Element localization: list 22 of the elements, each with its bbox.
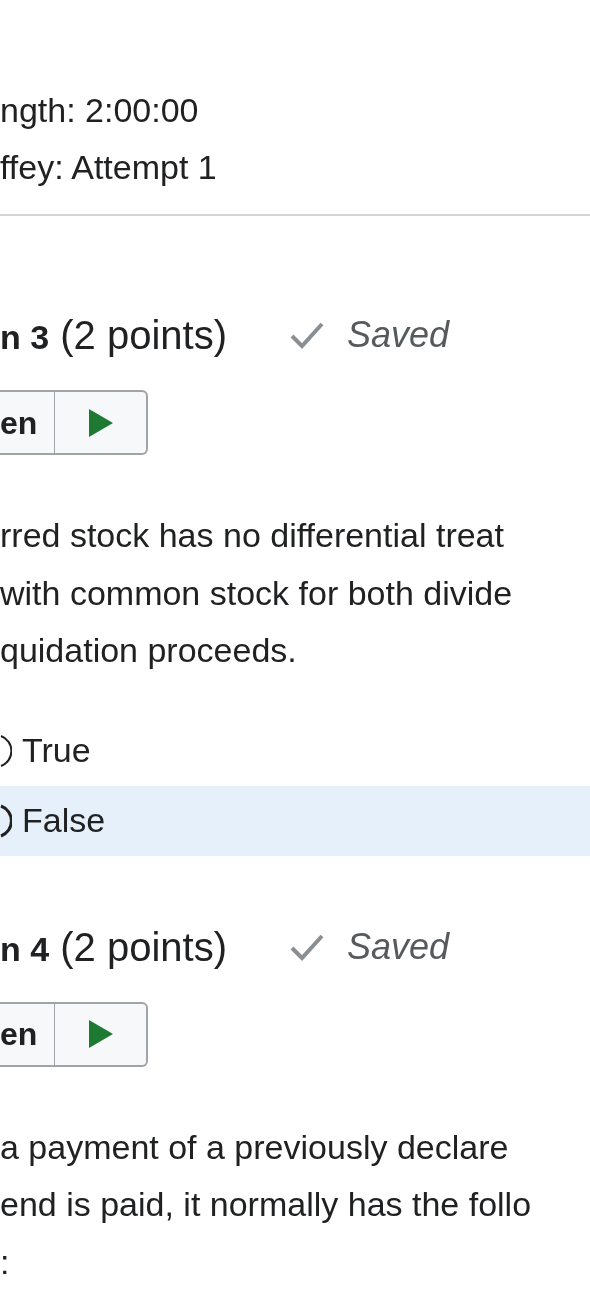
exam-info: ffey: Attempt 1 bbox=[0, 147, 218, 188]
radio-icon[interactable] bbox=[0, 803, 12, 838]
option-label: False bbox=[22, 800, 106, 841]
check-icon bbox=[289, 321, 325, 349]
check-icon bbox=[289, 932, 325, 961]
question-title: n 4 (2 points) bbox=[0, 923, 227, 971]
radio-icon[interactable] bbox=[0, 733, 12, 768]
saved-status: Saved bbox=[347, 313, 450, 357]
option-label: True bbox=[22, 730, 91, 771]
question-text-line: : bbox=[0, 1241, 11, 1283]
answer-option[interactable]: False bbox=[0, 785, 590, 856]
question-text-line: quidation proceeds. bbox=[0, 630, 298, 671]
saved-status: Saved bbox=[347, 924, 450, 969]
question-text-line: with common stock for both divide bbox=[0, 572, 514, 614]
question-text-line: end is paid, it normally has the follo bbox=[0, 1184, 533, 1225]
play-icon bbox=[87, 407, 114, 438]
answer-option[interactable]: True bbox=[0, 715, 590, 786]
question-text-line: a payment of a previously declare bbox=[0, 1126, 510, 1168]
exam-info: ngth: 2:00:00 bbox=[0, 90, 200, 131]
question-title: n 3 (2 points) bbox=[0, 312, 227, 359]
play-icon bbox=[87, 1019, 114, 1049]
question-text-line: rred stock has no differential treat bbox=[0, 515, 505, 556]
